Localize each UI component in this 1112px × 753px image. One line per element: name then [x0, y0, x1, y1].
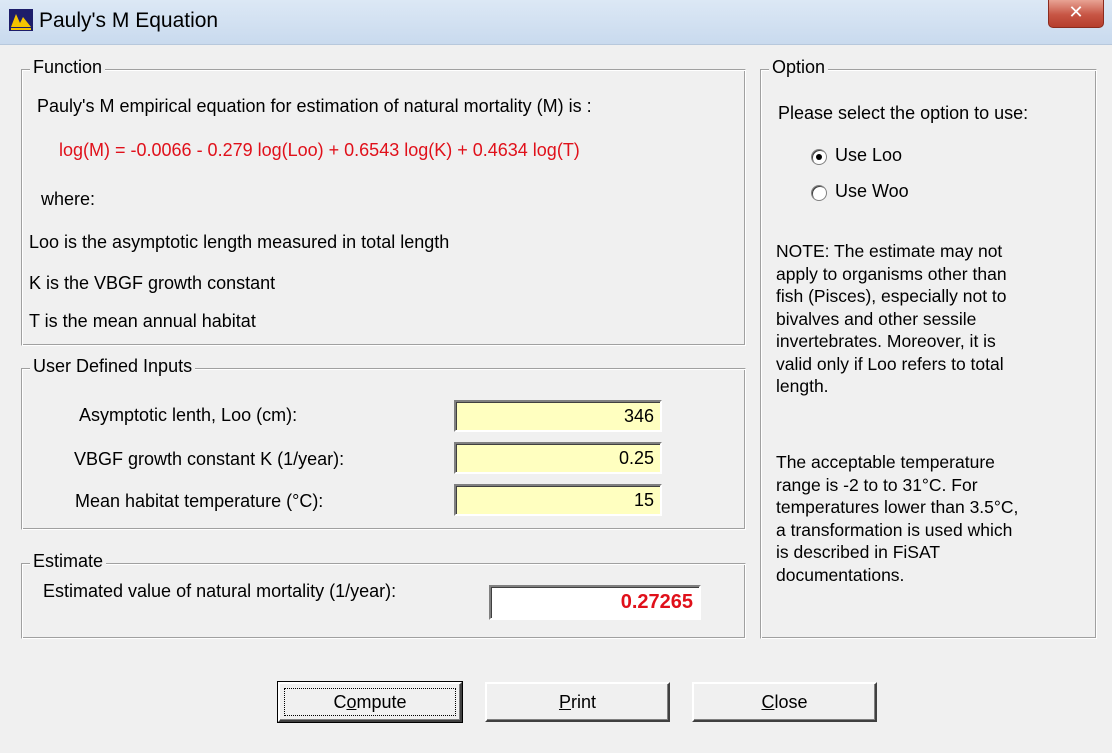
close-icon: ✕: [1068, 2, 1084, 23]
function-intro: Pauly's M empirical equation for estimat…: [37, 96, 592, 116]
where-label: where:: [41, 189, 96, 209]
note-line: a transformation is used which: [776, 519, 1013, 540]
option-use-woo-label: Use Woo: [835, 181, 909, 201]
note-line: apply to organisms other than: [776, 263, 1007, 284]
definition-k: K is the VBGF growth constant: [29, 273, 276, 293]
option-use-loo-label: Use Loo: [835, 145, 903, 165]
note-line: The acceptable temperature: [776, 452, 995, 472]
window-title: Pauly's M Equation: [39, 9, 219, 32]
loo-input[interactable]: 346: [454, 400, 662, 432]
estimate-label: Estimated value of natural mortality (1/…: [43, 581, 397, 601]
equation-text: log(M) = -0.0066 - 0.279 log(Loo) + 0.65…: [59, 140, 580, 160]
print-button[interactable]: Print: [485, 682, 670, 722]
compute-label: Compute: [333, 692, 407, 712]
option-note: NOTE: The estimate may not apply to orga…: [776, 240, 1076, 398]
note-line: bivalves and other sessile: [776, 308, 977, 329]
definition-loo: Loo is the asymptotic length measured in…: [29, 232, 450, 252]
compute-button[interactable]: Compute: [277, 681, 463, 723]
option-legend: Option: [769, 57, 829, 78]
close-label: Close: [761, 692, 808, 712]
k-input[interactable]: 0.25: [454, 442, 662, 474]
temperature-label: Mean habitat temperature (°C):: [75, 491, 324, 511]
note-line: length.: [776, 376, 829, 396]
fisat-app-icon: [9, 9, 33, 31]
estimate-output: 0.27265: [489, 585, 701, 620]
option-prompt: Please select the option to use:: [778, 103, 1029, 123]
loo-label: Asymptotic lenth, Loo (cm):: [79, 405, 298, 425]
window-close-button[interactable]: ✕: [1048, 0, 1104, 28]
note-line: documentations.: [776, 564, 905, 585]
inputs-legend: User Defined Inputs: [30, 356, 196, 377]
temperature-input[interactable]: 15: [454, 484, 662, 516]
close-button[interactable]: Close: [692, 682, 877, 722]
note-line: fish (Pisces), especially not to: [776, 286, 1007, 306]
k-label: VBGF growth constant K (1/year):: [74, 449, 345, 469]
temperature-note: The acceptable temperature range is -2 t…: [776, 451, 1076, 586]
radio-selected-icon[interactable]: [811, 149, 827, 165]
note-line: NOTE: The estimate may not: [776, 241, 1003, 261]
definition-t: T is the mean annual habitat: [29, 311, 256, 331]
note-line: temperatures lower than 3.5°C,: [776, 497, 1019, 517]
radio-unselected-icon[interactable]: [811, 185, 827, 201]
title-bar: Pauly's M Equation ✕: [0, 0, 1112, 45]
note-line: invertebrates. Moreover, it is: [776, 331, 996, 351]
estimate-legend: Estimate: [30, 551, 107, 572]
note-line: range is -2 to to 31°C. For: [776, 474, 978, 495]
note-line: valid only if Loo refers to total: [776, 353, 1004, 374]
note-line: is described in FiSAT: [776, 542, 941, 562]
function-legend: Function: [30, 57, 106, 78]
print-label: Print: [558, 692, 597, 712]
